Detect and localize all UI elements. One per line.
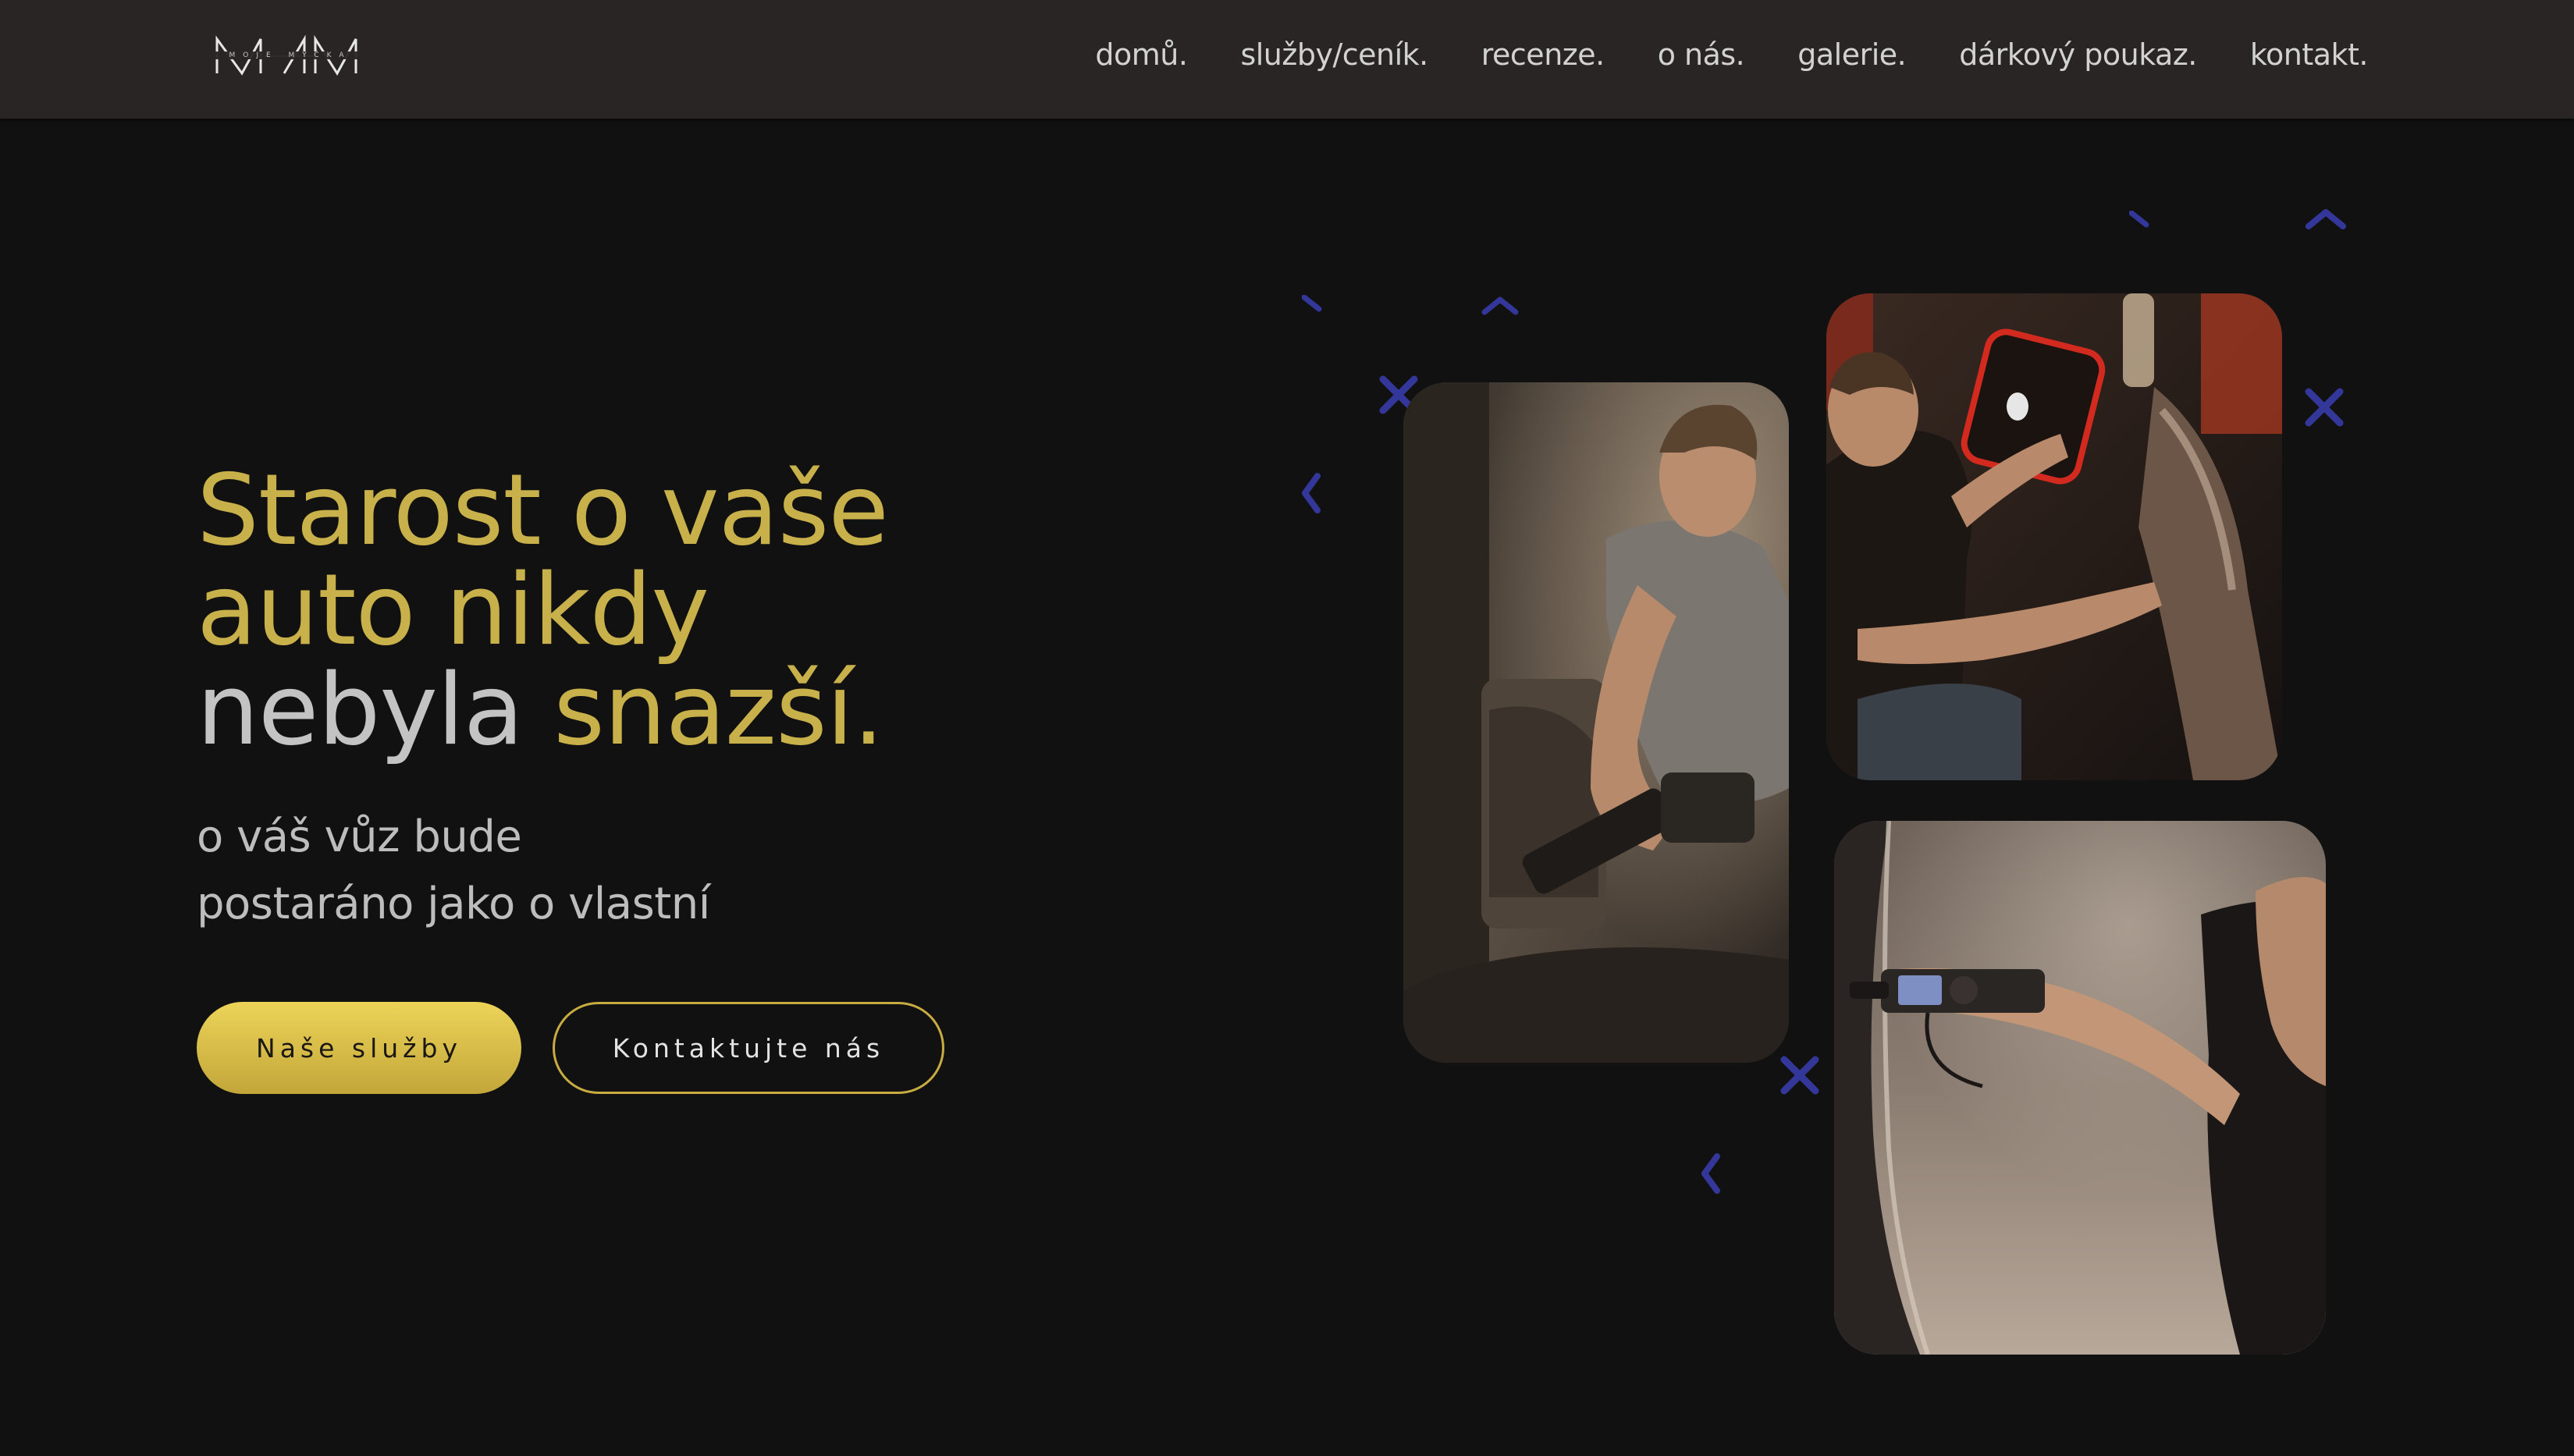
car-interior-cleaning-photo xyxy=(1403,382,1789,1063)
decor-tick-icon xyxy=(1302,295,1322,312)
nav-item-about[interactable]: o nás. xyxy=(1658,37,1745,72)
logo-caption: MOJE MYČKA xyxy=(215,51,365,59)
contact-us-button[interactable]: Kontaktujte nás xyxy=(553,1002,944,1094)
nav-item-gallery[interactable]: galerie. xyxy=(1797,37,1906,72)
hero-title-line-2: auto nikdy xyxy=(197,552,709,667)
decor-chevron-up-icon xyxy=(2304,208,2348,229)
hero-subtitle-line-1: o váš vůz bude xyxy=(197,811,522,862)
hero-title-line-3: nebyla snazší. xyxy=(197,660,888,760)
hero-title-word-grey: nebyla xyxy=(197,652,524,767)
nav-item-services-pricing[interactable]: služby/ceník. xyxy=(1240,37,1428,72)
our-services-button[interactable]: Naše služby xyxy=(197,1002,521,1094)
car-polishing-photo xyxy=(1826,293,2282,780)
paint-thickness-gauge-photo xyxy=(1834,821,2326,1355)
site-header: MOJE MYČKA domů. služby/ceník. recenze. … xyxy=(0,0,2574,119)
hero-subtitle-line-2: postaráno jako o vlastní xyxy=(197,879,710,929)
hero-title-word-gold: snazší. xyxy=(553,652,884,767)
hero-subtitle: o váš vůz bude postaráno jako o vlastní xyxy=(197,804,710,938)
nav-item-reviews[interactable]: recenze. xyxy=(1481,37,1605,72)
decor-chevron-up-icon xyxy=(1480,295,1520,315)
main-nav: domů. služby/ceník. recenze. o nás. gale… xyxy=(1095,0,2368,109)
hero-title-line-1: Starost o vaše xyxy=(197,453,889,567)
decor-cross-icon xyxy=(2302,385,2346,429)
hero-title: Starost o vaše auto nikdy nebyla snazší. xyxy=(197,453,889,760)
decor-chevron-left-icon xyxy=(1698,1152,1723,1195)
nav-item-contact[interactable]: kontakt. xyxy=(2250,37,2369,72)
decor-chevron-left-icon xyxy=(1299,471,1324,515)
nav-item-home[interactable]: domů. xyxy=(1095,37,1188,72)
logo[interactable]: MOJE MYČKA xyxy=(212,34,368,78)
decor-tick-icon xyxy=(2129,211,2149,228)
decor-cross-icon xyxy=(1778,1053,1822,1097)
nav-item-gift-voucher[interactable]: dárkový poukaz. xyxy=(1959,37,2197,72)
